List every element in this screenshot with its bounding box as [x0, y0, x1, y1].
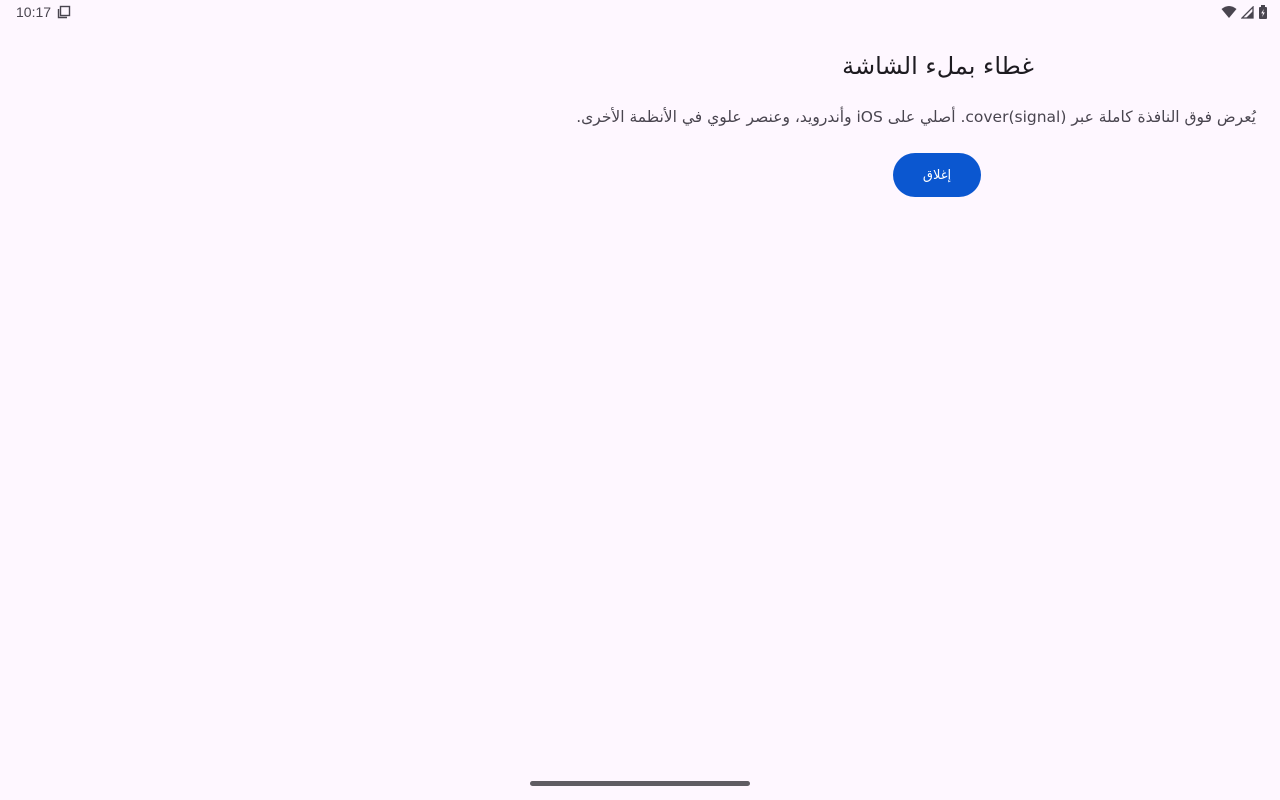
navigation-handle[interactable] [530, 781, 750, 786]
description-text: يُعرض فوق النافذة كاملة عبر cover(signal… [576, 108, 1256, 126]
close-button[interactable]: إغلاق [893, 153, 981, 197]
fullscreen-cover: غطاء بملء الشاشة يُعرض فوق النافذة كاملة… [0, 0, 1280, 800]
page-title: غطاء بملء الشاشة [842, 52, 1034, 80]
